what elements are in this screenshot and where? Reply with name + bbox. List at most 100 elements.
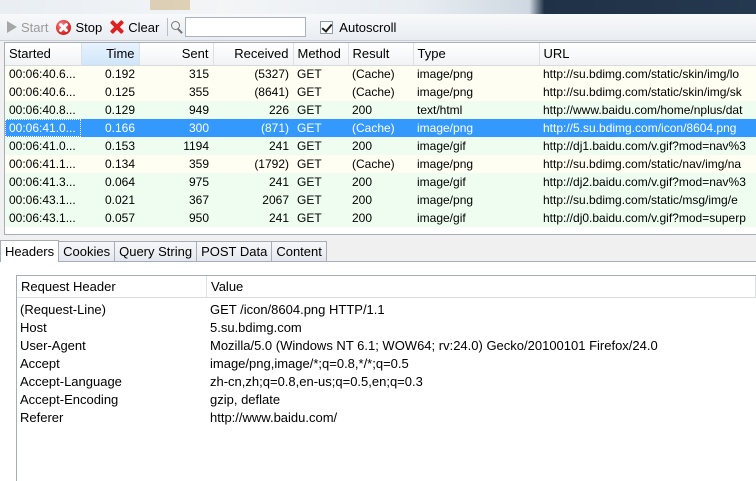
header-name: (Request-Line) <box>20 302 106 317</box>
cell-result: 200 <box>352 193 373 207</box>
column-header-method[interactable]: Method <box>293 43 349 66</box>
tab-cookies[interactable]: Cookies <box>58 241 116 261</box>
request-list: Started Time Sent Received Method Result… <box>4 42 756 235</box>
cell-type: image/gif <box>417 139 466 153</box>
header-row[interactable]: Host 5.su.bdimg.com <box>17 319 756 337</box>
header-row[interactable]: Accept-Encoding gzip, deflate <box>17 391 756 409</box>
cell-result: (Cache) <box>352 85 395 99</box>
toolbar-separator <box>167 18 169 36</box>
cell-result: 200 <box>352 211 373 225</box>
request-row[interactable]: 00:06:40.6... 0.125 355 (8641) GET (Cache) ima… <box>5 83 756 101</box>
tab-headers[interactable]: Headers <box>0 240 60 262</box>
cell-url: http://su.bdimg.com/static/skin/img/lo <box>543 67 740 82</box>
cell-method: GET <box>297 67 322 82</box>
header-name: Accept-Encoding <box>20 392 119 407</box>
cell-time: 0.057 <box>104 211 135 225</box>
cell-type: image/png <box>417 85 474 99</box>
request-row[interactable]: 00:06:40.6... 0.192 315 (5327) GET (Cache) ima… <box>5 65 756 83</box>
column-header-type[interactable]: Type <box>413 43 540 66</box>
column-header-time[interactable]: Time <box>81 43 140 66</box>
cell-result: (Cache) <box>352 67 395 82</box>
cell-type: image/png <box>417 67 474 82</box>
cell-result: 200 <box>352 103 373 117</box>
request-row[interactable]: 00:06:40.8... 0.129 949 226 GET 200 text/html h… <box>5 101 756 119</box>
header-value: Mozilla/5.0 (Windows NT 6.1; WOW64; rv:2… <box>210 338 658 353</box>
cell-url: http://www.baidu.com/home/nplus/dat <box>543 103 743 117</box>
headers-table: Request Header Value (Request-Line) GET /… <box>16 275 756 481</box>
cell-sent: 950 <box>188 211 209 225</box>
cell-method: GET <box>297 139 322 153</box>
header-row[interactable]: Referer http://www.baidu.com/ <box>17 409 756 427</box>
header-name: User-Agent <box>20 338 86 353</box>
tab-query-string[interactable]: Query String <box>114 241 198 261</box>
cell-received: 241 <box>268 211 289 225</box>
request-row[interactable]: 00:06:41.1... 0.134 359 (1792) GET (Cache) ima… <box>5 155 756 173</box>
cell-result: (Cache) <box>352 157 395 171</box>
header-name: Accept <box>20 356 60 371</box>
cell-result: 200 <box>352 139 373 153</box>
header-row[interactable]: Accept-Language zh-cn,zh;q=0.8,en-us;q=0.… <box>17 373 756 391</box>
cell-sent: 949 <box>188 103 209 117</box>
cell-method: GET <box>297 85 322 99</box>
cell-method: GET <box>297 103 322 117</box>
cell-started: 00:06:41.3... <box>9 175 76 189</box>
request-row[interactable]: 00:06:43.1... 0.021 367 2067 GET 200 image/png… <box>5 191 756 209</box>
cell-type: image/png <box>417 121 474 135</box>
cell-method: GET <box>297 175 322 189</box>
cell-started: 00:06:41.1... <box>9 157 76 171</box>
cell-started: 00:06:43.1... <box>9 193 76 207</box>
cell-sent: 975 <box>188 175 209 189</box>
column-header-received[interactable]: Received <box>213 43 294 66</box>
cell-type: image/gif <box>417 175 466 189</box>
header-row[interactable]: User-Agent Mozilla/5.0 (Windows NT 6.1; W… <box>17 337 756 355</box>
cell-received: 241 <box>268 175 289 189</box>
start-button[interactable]: Start <box>4 16 51 38</box>
cell-url: http://dj0.baidu.com/v.gif?mod=superp <box>543 211 746 225</box>
stop-button[interactable]: Stop <box>53 16 105 38</box>
cell-started: 00:06:41.0... <box>5 119 81 137</box>
cell-started: 00:06:40.6... <box>9 85 76 99</box>
header-value: GET /icon/8604.png HTTP/1.1 <box>210 302 385 317</box>
column-header-sent[interactable]: Sent <box>139 43 214 66</box>
autoscroll-checkmark <box>320 20 334 34</box>
column-header-result[interactable]: Result <box>348 43 414 66</box>
start-label: Start <box>21 19 49 35</box>
request-row[interactable]: 00:06:41.0... 0.153 1194 241 GET 200 image/gif… <box>5 137 756 155</box>
cell-time: 0.153 <box>104 139 135 153</box>
tab-content[interactable]: Content <box>271 241 327 261</box>
clear-button[interactable]: Clear <box>107 16 162 38</box>
cell-received: (8641) <box>254 85 289 99</box>
cell-time: 0.064 <box>104 175 135 189</box>
cell-url: http://5.su.bdimg.com/icon/8604.png <box>543 121 737 135</box>
header-value: zh-cn,zh;q=0.8,en-us;q=0.5,en;q=0.3 <box>210 374 423 389</box>
search-input[interactable] <box>185 17 307 37</box>
cell-started: 00:06:41.0... <box>9 139 76 153</box>
header-value: 5.su.bdimg.com <box>210 320 302 335</box>
cell-received: 226 <box>268 103 289 117</box>
header-row[interactable]: Accept image/png,image/*;q=0.8,*/*;q=0.5 <box>17 355 756 373</box>
cell-time: 0.192 <box>104 67 135 82</box>
header-value: image/png,image/*;q=0.8,*/*;q=0.5 <box>210 356 409 371</box>
request-row[interactable]: 00:06:41.0... 0.166 300 (871) GET (Cache) imag… <box>5 119 756 137</box>
cell-url: http://su.bdimg.com/static/skin/img/sk <box>543 85 742 99</box>
autoscroll-checkbox[interactable]: Autoscroll <box>320 20 396 35</box>
column-header-started[interactable]: Started <box>5 43 82 66</box>
cell-url: http://dj2.baidu.com/v.gif?mod=nav%3 <box>543 175 746 189</box>
cell-type: image/png <box>417 157 474 171</box>
request-row[interactable]: 00:06:41.3... 0.064 975 241 GET 200 image/gif h… <box>5 173 756 191</box>
background-decoration <box>150 0 190 10</box>
clear-icon <box>110 20 124 34</box>
cell-received: 241 <box>268 139 289 153</box>
header-row[interactable]: (Request-Line) GET /icon/8604.png HTTP/1.… <box>17 301 756 319</box>
column-header-url[interactable]: URL <box>539 43 756 66</box>
request-row[interactable]: 00:06:43.1... 0.057 950 241 GET 200 image/gif h… <box>5 209 756 227</box>
tab-post-data[interactable]: POST Data <box>196 241 273 261</box>
column-header-value[interactable]: Value <box>207 276 756 297</box>
cell-sent: 1194 <box>183 139 209 153</box>
cell-type: image/png <box>417 193 474 207</box>
stop-label: Stop <box>75 19 103 35</box>
cell-url: http://su.bdimg.com/static/nav/img/na <box>543 157 742 171</box>
cell-type: image/gif <box>417 211 466 225</box>
column-header-request-header[interactable]: Request Header <box>17 276 207 297</box>
cell-started: 00:06:43.1... <box>9 211 76 225</box>
